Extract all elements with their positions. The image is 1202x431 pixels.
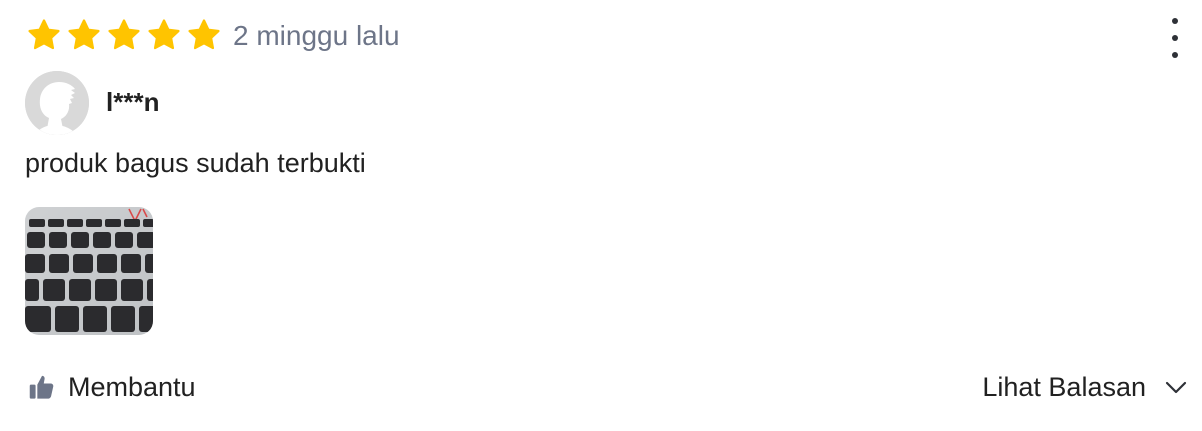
kebab-dot: [1172, 35, 1178, 41]
review-photo-thumbnail[interactable]: [25, 207, 153, 335]
avatar: [25, 71, 89, 135]
review-time: 2 minggu lalu: [233, 20, 400, 51]
review-text: produk bagus sudah terbukti: [25, 148, 366, 178]
more-vertical-icon[interactable]: [1160, 16, 1190, 60]
helpful-button[interactable]: Membantu: [28, 370, 196, 404]
reviewer-name: l***n: [106, 87, 160, 117]
kebab-dot: [1172, 52, 1178, 58]
star-rating: [26, 18, 222, 52]
thumbs-up-icon: [29, 375, 54, 399]
view-replies-button[interactable]: Lihat Balasan: [982, 370, 1188, 404]
star-icon: [148, 19, 180, 50]
helpful-label: Membantu: [68, 372, 196, 402]
kebab-dot: [1172, 18, 1178, 24]
keyboard-photo: [25, 207, 153, 335]
star-icon: [188, 19, 220, 50]
star-icon: [108, 19, 140, 50]
default-user-avatar-icon: [25, 71, 89, 135]
star-icon: [28, 19, 60, 50]
chevron-down-icon: [1165, 381, 1187, 394]
star-icon: [68, 19, 100, 50]
view-replies-label: Lihat Balasan: [982, 372, 1146, 402]
